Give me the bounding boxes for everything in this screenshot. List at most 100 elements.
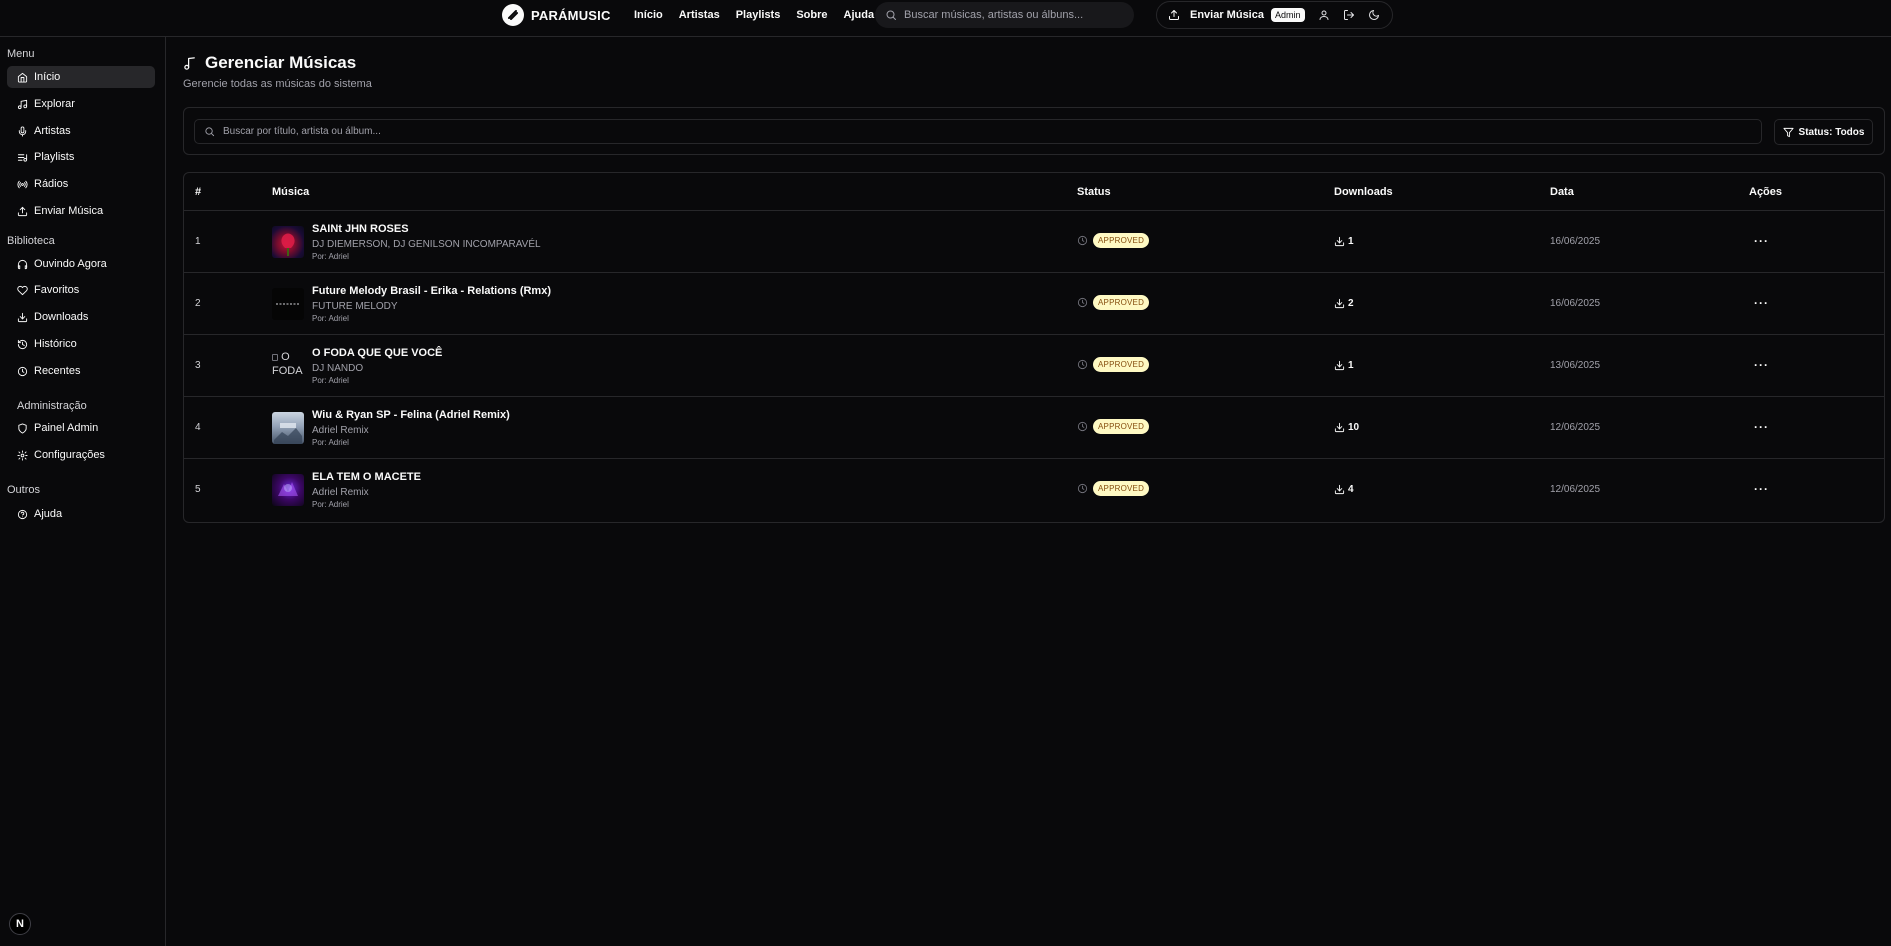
sidebar-item-label: Configurações: [34, 449, 105, 461]
cover-thumbnail-broken: O FODA: [272, 350, 304, 382]
sidebar-item-label: Playlists: [34, 151, 75, 163]
music-note-icon: [184, 56, 195, 70]
brand-logo[interactable]: PARÁMUSIC: [502, 4, 611, 26]
header-date: Data: [1550, 186, 1574, 198]
topnav-sobre[interactable]: Sobre: [796, 8, 827, 22]
dev-tools-badge[interactable]: N: [9, 913, 31, 935]
more-actions-icon[interactable]: ···: [1754, 359, 1769, 371]
clock-icon: [1077, 235, 1088, 246]
download-icon: [1334, 236, 1345, 247]
header-actions: Ações: [1749, 186, 1783, 198]
status-badge: APPROVED: [1093, 481, 1150, 496]
topnav-artistas[interactable]: Artistas: [679, 8, 720, 22]
sidebar-item-ajuda[interactable]: Ajuda: [7, 503, 155, 525]
page-header: Gerenciar Músicas Gerencie todas as músi…: [183, 53, 372, 90]
table-row: 1 SAINt JHN ROSES DJ DIEMERSON, DJ GENIL…: [184, 211, 1884, 273]
heart-icon: [17, 285, 28, 295]
sidebar-item-radios[interactable]: Rádios: [7, 173, 155, 195]
song-title[interactable]: ELA TEM O MACETE: [312, 471, 421, 483]
brand-name: PARÁMUSIC: [531, 7, 611, 23]
logout-icon[interactable]: [1343, 9, 1355, 21]
search-icon: [205, 127, 215, 137]
sidebar-item-label: Ajuda: [34, 508, 63, 520]
music-search-placeholder: Buscar por título, artista ou álbum...: [223, 126, 381, 137]
more-actions-icon[interactable]: ···: [1754, 421, 1769, 433]
history-icon: [17, 339, 28, 349]
sidebar-item-enviar-musica[interactable]: Enviar Música: [7, 200, 155, 222]
header-music: Música: [272, 186, 310, 198]
send-music-button[interactable]: Enviar Música: [1157, 9, 1264, 21]
sidebar-item-artistas[interactable]: Artistas: [7, 120, 155, 142]
song-artist: DJ NANDO: [312, 363, 364, 374]
shield-icon: [18, 422, 27, 434]
sidebar-item-configuracoes[interactable]: Configurações: [7, 444, 155, 466]
date-cell: 13/06/2025: [1550, 360, 1601, 371]
sidebar-item-historico[interactable]: Histórico: [7, 333, 155, 355]
sidebar-item-explorar[interactable]: Explorar: [7, 93, 155, 115]
sidebar-item-painel-admin[interactable]: Painel Admin: [7, 417, 155, 439]
user-icon[interactable]: [1318, 9, 1330, 21]
global-search-placeholder: Buscar músicas, artistas ou álbuns...: [904, 9, 1084, 21]
header-status: Status: [1077, 186, 1111, 198]
downloads-cell: 10: [1334, 422, 1359, 433]
song-info: Future Melody Brasil - Erika - Relations…: [312, 285, 551, 323]
sidebar-item-downloads[interactable]: Downloads: [7, 306, 155, 328]
date-cell: 16/06/2025: [1550, 298, 1601, 309]
sidebar-item-label: Rádios: [34, 178, 69, 190]
downloads-count: 10: [1348, 422, 1360, 433]
status-filter-button[interactable]: Status: Todos: [1774, 119, 1873, 145]
global-search-input[interactable]: Buscar músicas, artistas ou álbuns...: [875, 2, 1134, 28]
song-uploader: Por: Adriel: [312, 376, 349, 385]
sidebar-section-biblioteca: Biblioteca: [7, 235, 55, 247]
downloads-cell: 1: [1334, 236, 1354, 247]
sidebar-item-label: Painel Admin: [34, 422, 99, 434]
topnav-playlists[interactable]: Playlists: [736, 8, 781, 22]
cover-thumbnail: [272, 474, 304, 506]
top-nav-links: Início Artistas Playlists Sobre Ajuda: [634, 8, 890, 22]
cover-thumbnail: [272, 412, 304, 444]
sidebar-item-inicio[interactable]: Início: [7, 66, 155, 88]
sidebar-item-playlists[interactable]: Playlists: [7, 146, 155, 168]
topnav-inicio[interactable]: Início: [634, 8, 663, 22]
sidebar-item-ouvindo-agora[interactable]: Ouvindo Agora: [7, 253, 155, 275]
song-title[interactable]: Wiu & Ryan SP - Felina (Adriel Remix): [312, 409, 510, 421]
music-search-input[interactable]: Buscar por título, artista ou álbum...: [194, 119, 1762, 144]
song-uploader: Por: Adriel: [312, 314, 349, 323]
radio-icon: [17, 180, 28, 188]
sidebar: Menu Início Explorar Artistas Playlists …: [0, 37, 166, 946]
header-num: #: [195, 186, 202, 198]
sidebar-section-outros: Outros: [7, 484, 41, 496]
status-badge: APPROVED: [1093, 233, 1150, 248]
song-title[interactable]: Future Melody Brasil - Erika - Relations…: [312, 285, 551, 297]
help-circle-icon: [17, 509, 28, 519]
sidebar-item-recentes[interactable]: Recentes: [7, 360, 155, 382]
upload-icon: [1169, 10, 1179, 20]
status-badge: APPROVED: [1093, 419, 1150, 434]
sidebar-item-favoritos[interactable]: Favoritos: [7, 279, 155, 301]
moon-icon[interactable]: [1368, 9, 1380, 21]
status-cell: APPROVED: [1077, 357, 1150, 372]
song-title[interactable]: O FODA QUE QUE VOCÊ: [312, 347, 442, 359]
sidebar-item-label: Downloads: [34, 311, 89, 323]
more-actions-icon[interactable]: ···: [1754, 297, 1769, 309]
song-title[interactable]: SAINt JHN ROSES: [312, 223, 541, 235]
table-header: # Música Status Downloads Data Ações: [184, 173, 1884, 211]
status-cell: APPROVED: [1077, 419, 1150, 434]
topnav-ajuda[interactable]: Ajuda: [844, 8, 875, 22]
more-actions-icon[interactable]: ···: [1754, 483, 1769, 495]
downloads-count: 1: [1348, 236, 1354, 247]
send-music-label: Enviar Música: [1190, 9, 1264, 21]
date-cell: 12/06/2025: [1550, 422, 1601, 433]
song-uploader: Por: Adriel: [312, 252, 349, 261]
status-filter-label: Status: Todos: [1798, 126, 1865, 138]
download-icon: [1334, 484, 1345, 495]
mic-icon: [18, 125, 27, 137]
download-icon: [1334, 422, 1345, 433]
sidebar-item-label: Início: [34, 71, 61, 83]
downloads-count: 1: [1348, 360, 1354, 371]
more-actions-icon[interactable]: ···: [1754, 235, 1769, 247]
song-artist: FUTURE MELODY: [312, 301, 398, 312]
page-subtitle: Gerencie todas as músicas do sistema: [183, 78, 372, 90]
page-title-row: Gerenciar Músicas: [183, 53, 372, 73]
header-downloads: Downloads: [1334, 186, 1393, 198]
